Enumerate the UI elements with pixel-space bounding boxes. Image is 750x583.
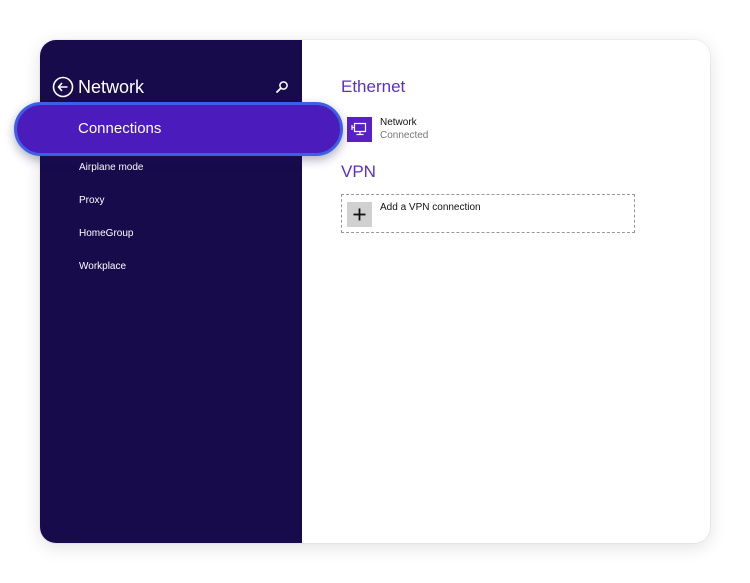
add-vpn-label: Add a VPN connection xyxy=(380,202,481,213)
sidebar-item-label: Connections xyxy=(78,120,162,137)
vpn-heading: VPN xyxy=(341,162,376,181)
network-name[interactable]: Network xyxy=(380,117,417,128)
back-arrow-icon[interactable] xyxy=(52,76,74,98)
add-vpn-connection-button[interactable]: Add a VPN connection xyxy=(341,194,635,233)
search-icon[interactable] xyxy=(274,79,290,95)
sidebar-title: Network xyxy=(78,77,145,97)
sidebar-item-homegroup[interactable]: HomeGroup xyxy=(79,228,133,239)
sidebar-item-airplane-mode[interactable]: Airplane mode xyxy=(79,162,143,173)
sidebar-item-workplace[interactable]: Workplace xyxy=(79,261,126,272)
network-status: Connected xyxy=(380,130,429,141)
main-content: Ethernet Network Connected VPN Add a VPN… xyxy=(302,40,710,543)
ethernet-heading: Ethernet xyxy=(341,77,406,96)
plus-icon xyxy=(353,208,366,221)
sidebar-item-proxy[interactable]: Proxy xyxy=(79,195,105,206)
network-tile[interactable] xyxy=(347,117,372,142)
plus-tile xyxy=(347,202,372,227)
sidebar-item-connections[interactable]: Connections xyxy=(14,102,343,156)
sidebar-header: Network xyxy=(52,75,292,99)
ethernet-network-icon xyxy=(351,122,367,136)
